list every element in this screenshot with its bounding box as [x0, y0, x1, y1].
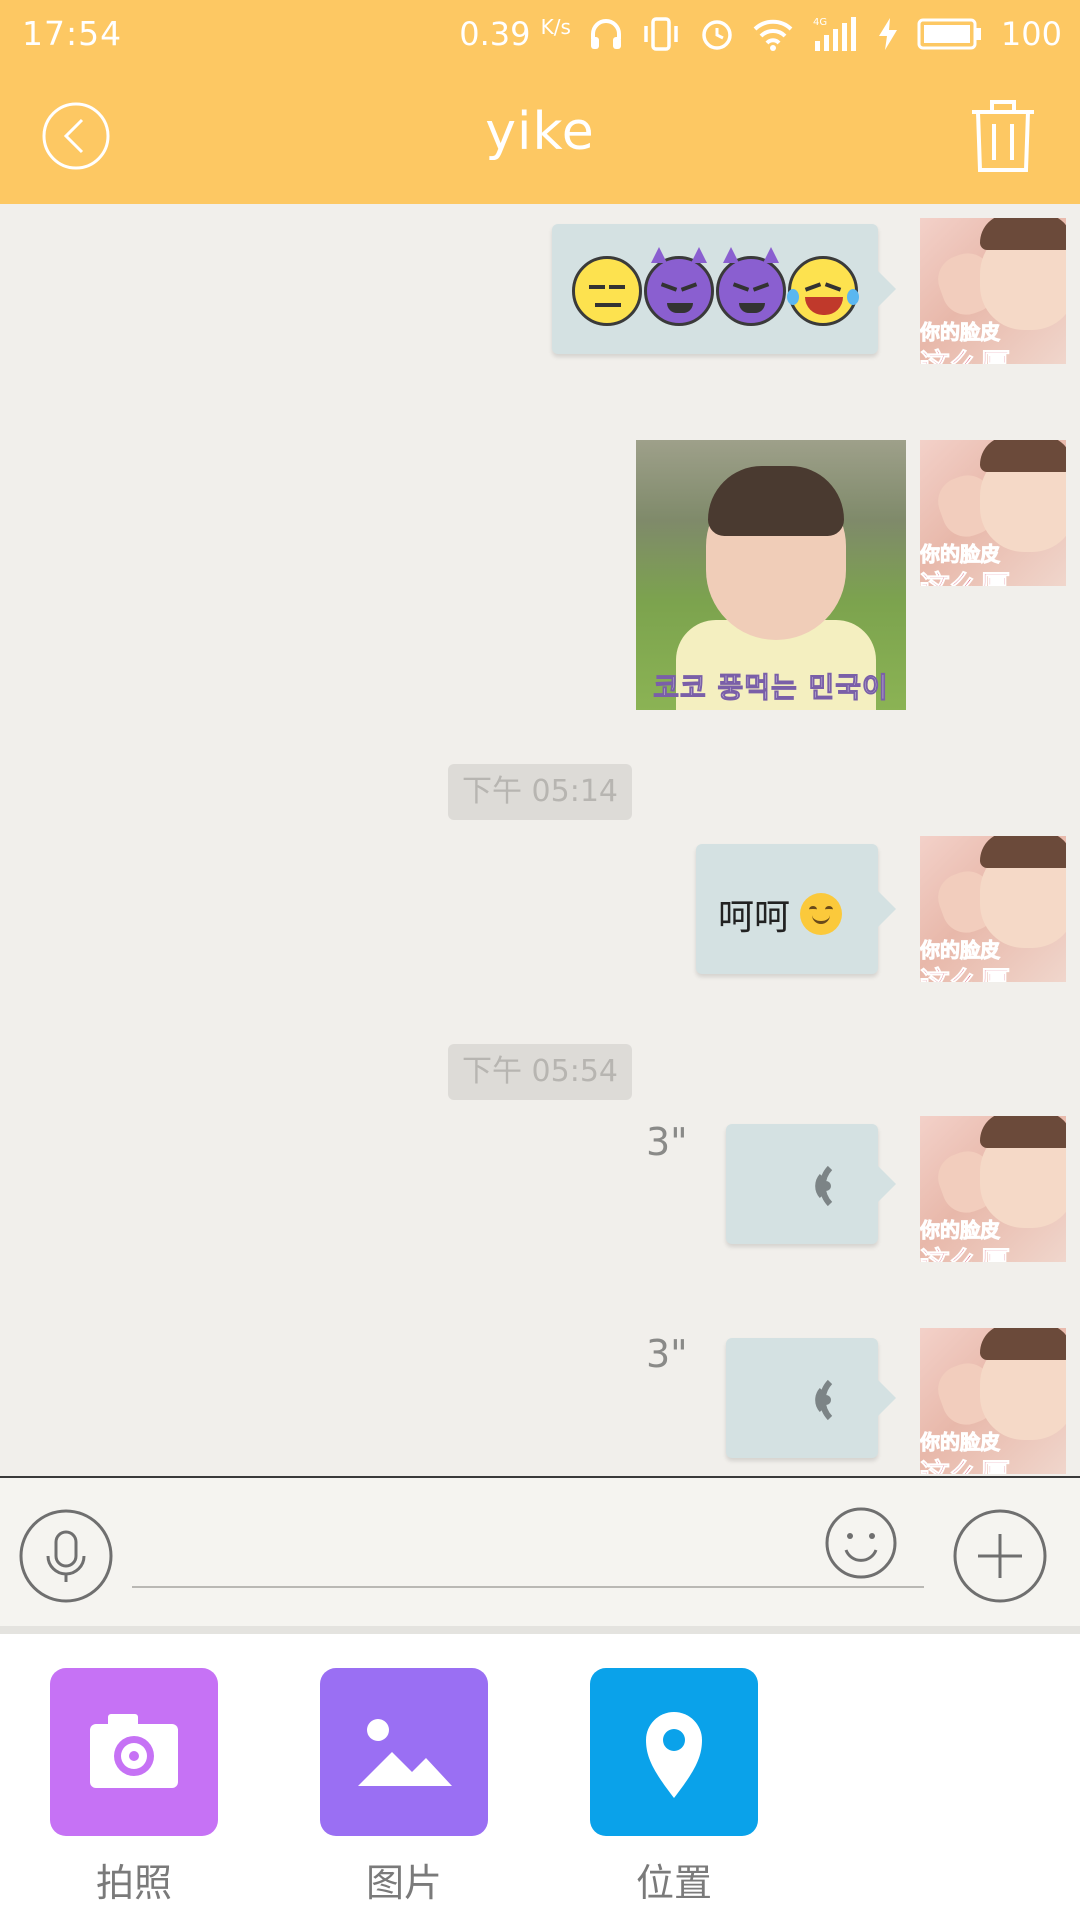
- picture-option[interactable]: 图片: [320, 1668, 488, 1907]
- more-options-button[interactable]: [952, 1508, 1048, 1604]
- voice-input-button[interactable]: [18, 1508, 114, 1604]
- network-speed: 0.39 K/s: [459, 15, 571, 53]
- tears-of-joy-icon: [787, 256, 859, 326]
- camera-icon: [90, 1714, 178, 1788]
- chat-list[interactable]: 你的脸皮 这么厚 你的脸皮 这么厚 코코 풍먹는 민국이 下午 05:14 你的…: [0, 204, 1080, 1476]
- emoji-row: [572, 247, 859, 326]
- sender-avatar[interactable]: 你的脸皮 这么厚: [920, 218, 1066, 364]
- avatar-caption: 这么厚: [920, 562, 1011, 587]
- title-bar: yike: [0, 68, 1080, 204]
- message-text: 呵呵: [718, 897, 791, 938]
- voice-wave-icon: [815, 1379, 833, 1421]
- input-bar: [0, 1476, 1080, 1626]
- avatar-caption: 这么厚: [920, 1450, 1011, 1475]
- text-message-bubble[interactable]: 呵呵: [696, 844, 896, 974]
- charging-icon: [878, 18, 897, 50]
- image-message[interactable]: 코코 풍먹는 민국이: [636, 440, 906, 710]
- wifi-icon: [753, 19, 793, 51]
- signal-4g-icon: 4G: [813, 17, 856, 51]
- battery-icon: [917, 18, 981, 50]
- timestamp: 下午 05:14: [448, 764, 632, 820]
- plus-icon: [953, 1509, 1047, 1603]
- message-input[interactable]: [132, 1518, 924, 1588]
- camera-tile[interactable]: [50, 1668, 218, 1836]
- delete-button[interactable]: [968, 98, 1038, 174]
- emoji-message-bubble[interactable]: [552, 224, 896, 354]
- sender-avatar[interactable]: 你的脸皮 这么厚: [920, 836, 1066, 982]
- timestamp: 下午 05:54: [448, 1044, 632, 1100]
- voice-duration: 3": [646, 1332, 688, 1376]
- avatar-caption: 这么厚: [920, 340, 1011, 365]
- picture-icon: [358, 1719, 452, 1786]
- avatar-caption: 这么厚: [920, 1238, 1011, 1263]
- camera-option[interactable]: 拍照: [50, 1668, 218, 1907]
- status-time: 17:54: [22, 14, 123, 53]
- picture-label: 图片: [365, 1861, 442, 1905]
- voice-message-bubble[interactable]: [726, 1338, 896, 1458]
- smiley-icon: [825, 1507, 897, 1579]
- expressionless-face-icon: [572, 256, 642, 326]
- camera-label: 拍照: [95, 1861, 172, 1905]
- battery-level: 100: [1000, 15, 1062, 53]
- location-tile[interactable]: [590, 1668, 758, 1836]
- microphone-icon: [19, 1509, 113, 1603]
- voice-message-bubble[interactable]: [726, 1124, 896, 1244]
- smiling-devil-icon: [716, 247, 786, 326]
- location-icon: [646, 1712, 702, 1798]
- status-icons: 0.39 K/s 4G 100: [459, 10, 1062, 58]
- avatar-caption: 这么厚: [920, 958, 1011, 983]
- vibrate-icon: [644, 17, 678, 51]
- smiling-devil-icon: [644, 247, 714, 326]
- location-option[interactable]: 位置: [590, 1668, 758, 1907]
- chat-title: yike: [485, 102, 595, 162]
- sender-avatar[interactable]: 你的脸皮 这么厚: [920, 1116, 1066, 1262]
- network-speed-unit: K/s: [540, 15, 571, 39]
- voice-wave-icon: [815, 1165, 833, 1207]
- picture-tile[interactable]: [320, 1668, 488, 1836]
- status-bar: 17:54 0.39 K/s 4G 100: [0, 0, 1080, 68]
- attachment-panel: 拍照 图片 位置: [0, 1634, 1080, 1920]
- smiling-face-icon: [800, 893, 843, 935]
- sender-avatar[interactable]: 你的脸皮 这么厚: [920, 1328, 1066, 1474]
- voice-duration: 3": [646, 1120, 688, 1164]
- emoji-button[interactable]: [824, 1506, 898, 1580]
- panel-divider: [0, 1626, 1080, 1634]
- trash-icon: [972, 100, 1034, 172]
- alarm-icon: [702, 20, 732, 50]
- network-speed-value: 0.39: [459, 15, 531, 53]
- headphones-icon: [590, 19, 621, 49]
- image-caption: 코코 풍먹는 민국이: [653, 671, 889, 705]
- sender-avatar[interactable]: 你的脸皮 这么厚: [920, 440, 1066, 586]
- svg-text:4G: 4G: [813, 17, 827, 28]
- location-label: 位置: [635, 1861, 712, 1905]
